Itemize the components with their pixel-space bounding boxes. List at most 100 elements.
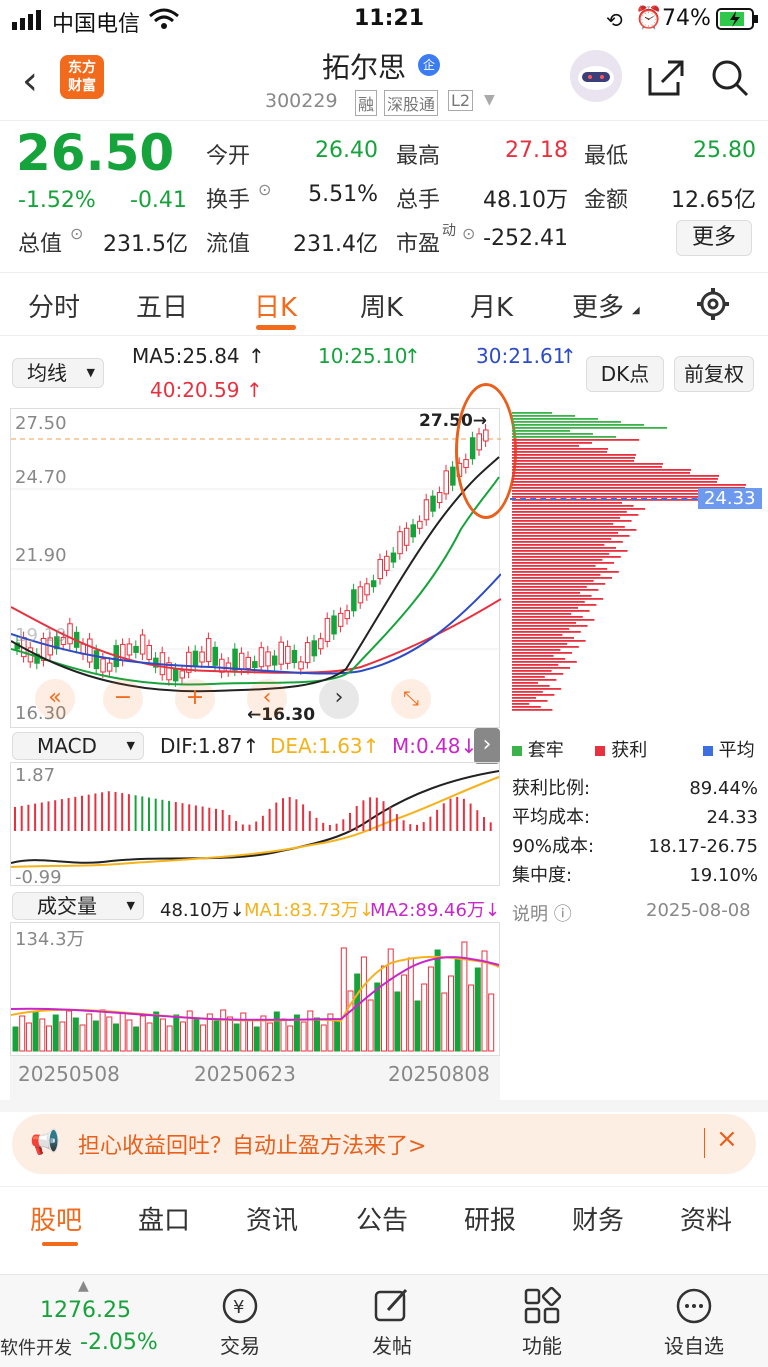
back-icon[interactable]: ‹ (22, 58, 38, 104)
expand-panel-icon[interactable]: › (474, 728, 500, 764)
volume-selector[interactable]: 成交量 ▼ (12, 892, 144, 920)
volume-bar (166, 1025, 173, 1052)
volume-value: 48.10万 (483, 188, 568, 213)
candle-body (172, 668, 179, 682)
zoom-out-icon[interactable]: − (103, 679, 143, 719)
scroll-back-icon[interactable]: ‹ (247, 679, 287, 719)
chip-bar (512, 622, 576, 624)
chip-bar (512, 571, 619, 573)
candle-body (100, 658, 106, 673)
kline-chart[interactable]: 27.50 24.70 21.90 19.10 16.30 27.50→ ←16… (10, 383, 517, 728)
close-icon[interactable]: × (716, 1124, 738, 1154)
grid-icon[interactable] (522, 1286, 562, 1330)
volume-bar (12, 1026, 19, 1052)
volume-bar (86, 1013, 93, 1052)
nav-trade[interactable]: 交易 (180, 1330, 300, 1359)
chip-bar (512, 565, 596, 567)
chip-bar (512, 457, 635, 459)
more-button[interactable]: 更多 (676, 220, 752, 256)
chip-stat-key: 集中度: (512, 865, 573, 886)
volume-chart[interactable]: 134.3万 (10, 922, 500, 1056)
active-tab-indicator (42, 1242, 78, 1246)
tab-announcements[interactable]: 公告 (356, 1200, 408, 1237)
zoom-in-icon[interactable]: + (175, 679, 215, 719)
dk-point-button[interactable]: DK点 (586, 356, 664, 392)
date-label: 20250508 (18, 1062, 120, 1086)
chip-bar (512, 610, 590, 612)
index-value[interactable]: 1276.25 (40, 1298, 131, 1323)
more-dots-icon[interactable] (674, 1286, 714, 1330)
tab-five-day[interactable]: 五日 (136, 287, 188, 324)
chip-bar (512, 691, 543, 693)
info-icon[interactable]: ⊙ (462, 224, 475, 243)
tab-orderbook[interactable]: 盘口 (138, 1200, 190, 1237)
app-logo[interactable]: 东方 财富 (60, 55, 104, 99)
ma-selector[interactable]: 均线 ▼ (12, 358, 104, 388)
candle-body (377, 559, 383, 580)
info-icon[interactable]: ⊙ (70, 224, 83, 243)
index-percent[interactable]: -2.05% (80, 1330, 158, 1355)
logo-line1: 东方 (68, 60, 96, 76)
volume-selector-label: 成交量 (37, 894, 97, 918)
trade-icon[interactable]: ¥ (220, 1286, 260, 1330)
alarm-icon: ⏰ (635, 6, 663, 31)
tab-financials[interactable]: 财务 (572, 1200, 624, 1237)
volume-bar (414, 1000, 421, 1052)
share-icon[interactable] (646, 58, 686, 102)
candle-body (146, 644, 152, 660)
tab-research[interactable]: 研报 (464, 1200, 516, 1237)
chip-row: 90%成本: 18.17-26.75 (512, 832, 758, 861)
fullscreen-icon[interactable]: ⤡ (391, 679, 431, 719)
tab-daily-k[interactable]: 日K (254, 287, 297, 324)
index-name[interactable]: 软件开发 (0, 1334, 72, 1360)
candle-body (245, 656, 251, 669)
date-axis: 20250508 20250623 20250808 (10, 1056, 500, 1100)
avg-cost-label: 24.33 (698, 488, 762, 509)
open-label: 今开 (206, 144, 251, 169)
compose-icon[interactable] (372, 1286, 412, 1330)
search-icon[interactable] (710, 58, 750, 102)
chip-bar (512, 511, 627, 513)
chip-bar (512, 535, 630, 537)
caret-down-icon[interactable]: ▼ (484, 92, 495, 108)
macd-selector[interactable]: MACD ▼ (12, 732, 144, 760)
macd-chart[interactable]: 1.87 -0.99 (10, 762, 500, 888)
volume-bar (280, 1018, 287, 1052)
tab-profile[interactable]: 资料 (680, 1200, 732, 1237)
tab-forum[interactable]: 股吧 (30, 1200, 82, 1237)
nav-post[interactable]: 发帖 (332, 1330, 452, 1359)
candle-body (67, 623, 73, 645)
nav-add-watchlist[interactable]: 设自选 (634, 1330, 754, 1359)
volume-bar (92, 1020, 99, 1052)
ma40-arrow: ↑ (246, 378, 263, 402)
scroll-forward-icon[interactable]: › (319, 679, 359, 719)
chip-bar (512, 676, 545, 678)
tab-monthly-k[interactable]: 月K (470, 287, 513, 324)
chip-note[interactable]: 说明 ⓘ (512, 900, 572, 926)
chip-note-label: 说明 (512, 904, 548, 925)
candle-body (443, 470, 449, 495)
tab-more[interactable]: 更多 (572, 287, 624, 324)
tab-news[interactable]: 资讯 (246, 1200, 298, 1237)
chip-bar (512, 430, 570, 432)
chip-bar (512, 427, 667, 429)
assistant-avatar[interactable] (570, 50, 622, 102)
chip-bar (512, 655, 554, 657)
settings-gear-icon[interactable] (696, 287, 730, 325)
tab-weekly-k[interactable]: 周K (360, 287, 403, 324)
candle-body (252, 661, 258, 669)
info-icon[interactable]: ⊙ (258, 180, 271, 199)
adjust-button[interactable]: 前复权 (674, 356, 754, 392)
ma10-value: 10:25.10 (318, 344, 408, 368)
candle-body (364, 583, 370, 596)
chip-bar (512, 697, 536, 699)
candle-body (357, 586, 364, 604)
chip-bar (512, 694, 555, 696)
tab-intraday[interactable]: 分时 (28, 287, 80, 324)
nav-functions[interactable]: 功能 (482, 1330, 602, 1359)
candle-body (265, 651, 271, 667)
candle-body (324, 617, 331, 642)
chip-bar (512, 415, 575, 417)
scroll-left-icon[interactable]: « (35, 679, 75, 719)
promo-banner[interactable]: 📢 担心收益回吐？自动止盈方法来了> × (12, 1114, 756, 1174)
